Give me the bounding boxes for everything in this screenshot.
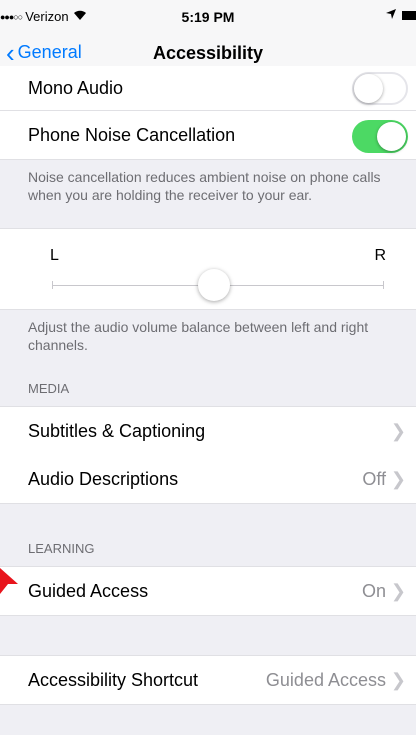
audio-descriptions-label: Audio Descriptions — [28, 469, 179, 489]
row-guided-access[interactable]: Guided Access On ❯ — [0, 566, 416, 616]
row-accessibility-shortcut[interactable]: Accessibility Shortcut Guided Access ❯ — [0, 655, 416, 705]
guided-access-value: On — [361, 581, 386, 601]
row-mono-audio: Mono Audio — [0, 66, 416, 111]
accessibility-shortcut-value: Guided Access — [265, 670, 386, 690]
status-right — [386, 9, 416, 22]
noise-cancellation-toggle[interactable] — [352, 120, 408, 153]
noise-cancellation-footer: Noise cancellation reduces ambient noise… — [28, 169, 381, 203]
toggle-knob — [377, 122, 406, 151]
chevron-right-icon: ❯ — [390, 421, 406, 441]
page-title: Accessibility — [152, 43, 264, 63]
mono-audio-toggle[interactable] — [352, 72, 408, 105]
balance-left-label: L — [50, 247, 59, 264]
balance-footer: Adjust the audio volume balance between … — [28, 319, 369, 353]
chevron-right-icon: ❯ — [390, 581, 406, 601]
guided-access-label: Guided Access — [28, 581, 149, 601]
battery-icon — [402, 11, 416, 20]
chevron-right-icon: ❯ — [390, 469, 406, 489]
chevron-right-icon: ❯ — [390, 670, 406, 690]
media-section-header: MEDIA — [28, 381, 70, 396]
status-time: 5:19 PM — [181, 9, 235, 25]
audio-descriptions-value: Off — [362, 469, 386, 489]
row-audio-descriptions[interactable]: Audio Descriptions Off ❯ — [0, 455, 416, 504]
slider-tick-right — [383, 281, 384, 289]
subtitles-label: Subtitles & Captioning — [28, 421, 206, 441]
accessibility-shortcut-label: Accessibility Shortcut — [28, 670, 199, 690]
balance-right-label: R — [374, 247, 386, 264]
row-subtitles-captioning[interactable]: Subtitles & Captioning ❯ — [0, 406, 416, 456]
row-noise-cancellation: Phone Noise Cancellation — [0, 111, 416, 160]
balance-slider-thumb[interactable] — [198, 269, 230, 301]
slider-tick-left — [52, 281, 53, 289]
noise-cancellation-label: Phone Noise Cancellation — [28, 125, 236, 145]
balance-slider-cell: L R — [0, 228, 416, 310]
location-arrow-icon — [386, 9, 396, 22]
learning-section-header: LEARNING — [28, 541, 95, 556]
toggle-knob — [354, 74, 383, 103]
mono-audio-label: Mono Audio — [28, 78, 124, 98]
red-arrow-annotation-icon — [0, 568, 18, 594]
